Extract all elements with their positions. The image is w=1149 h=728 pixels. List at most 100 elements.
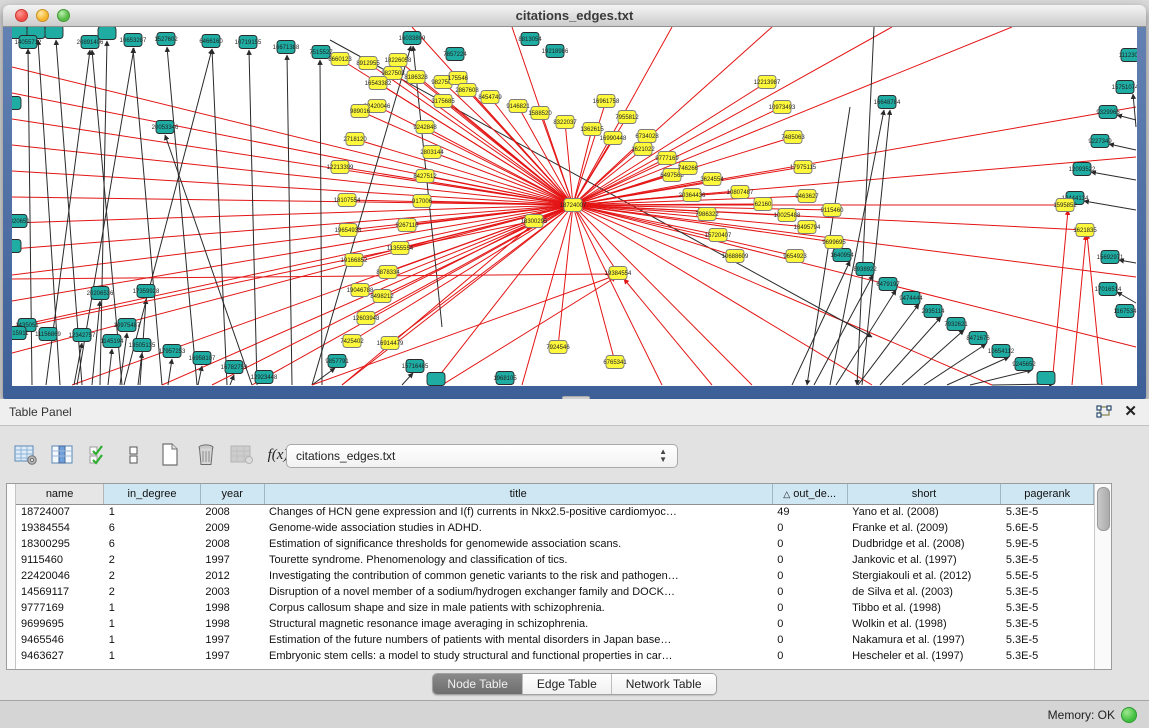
table-scrollbar[interactable]	[1094, 484, 1111, 669]
float-window-icon[interactable]	[1096, 405, 1112, 419]
table-cell[interactable]: 2012	[200, 568, 264, 584]
table-cell[interactable]: 6	[104, 520, 201, 536]
table-settings-icon[interactable]	[14, 443, 38, 467]
table-cell[interactable]: 9465546	[16, 632, 104, 648]
graph-node[interactable]	[427, 373, 445, 386]
table-row[interactable]: 969969511998Structural magnetic resonanc…	[16, 616, 1094, 632]
table-row[interactable]: 1938455462009Genome-wide association stu…	[16, 520, 1094, 536]
tab-network-table[interactable]: Network Table	[612, 674, 716, 694]
table-cell[interactable]: Dudbridge et al. (2008)	[847, 536, 1001, 552]
table-cell[interactable]: 1998	[200, 600, 264, 616]
table-row[interactable]: 1872400712008Changes of HCN gene express…	[16, 504, 1094, 520]
table-cell[interactable]: 2003	[200, 584, 264, 600]
table-cell[interactable]: 0	[772, 520, 847, 536]
table-cell[interactable]: Estimation of the future numbers of pati…	[264, 632, 772, 648]
table-cell[interactable]: 9115460	[16, 552, 104, 568]
table-cell[interactable]: 0	[772, 632, 847, 648]
table-cell[interactable]: Corpus callosum shape and size in male p…	[264, 600, 772, 616]
new-document-icon[interactable]	[158, 443, 182, 467]
table-cell[interactable]: 0	[772, 616, 847, 632]
table-cell[interactable]: 1997	[200, 552, 264, 568]
table-cell[interactable]: Yano et al. (2008)	[847, 504, 1001, 520]
close-panel-icon[interactable]: ✕	[1124, 404, 1137, 419]
table-row[interactable]: 946554611997Estimation of the future num…	[16, 632, 1094, 648]
table-cell[interactable]: 1	[104, 504, 201, 520]
table-cell[interactable]: 1	[104, 648, 201, 664]
table-cell[interactable]: 6	[104, 536, 201, 552]
table-cell[interactable]: 5.3E-5	[1001, 600, 1094, 616]
table-cell[interactable]: 1	[104, 632, 201, 648]
scrollbar-thumb[interactable]	[1097, 487, 1110, 531]
table-cell[interactable]: 2	[104, 584, 201, 600]
table-cell[interactable]: 49	[772, 504, 847, 520]
table-cell[interactable]: 1	[104, 616, 201, 632]
table-cell[interactable]: 5.5E-5	[1001, 568, 1094, 584]
table-cell[interactable]: 5.3E-5	[1001, 552, 1094, 568]
table-cell[interactable]: 0	[772, 584, 847, 600]
table-cell[interactable]: de Silva et al. (2003)	[847, 584, 1001, 600]
graph-node[interactable]	[98, 27, 116, 40]
table-row[interactable]: 2242004622012Investigating the contribut…	[16, 568, 1094, 584]
table-cell[interactable]: 2008	[200, 536, 264, 552]
graph-node[interactable]	[12, 240, 21, 253]
rows-icon[interactable]	[122, 443, 146, 467]
table-cell[interactable]: 2	[104, 552, 201, 568]
table-cell[interactable]: 18724007	[16, 504, 104, 520]
table-cell[interactable]: 1997	[200, 632, 264, 648]
table-cell[interactable]: 22420046	[16, 568, 104, 584]
table-cell[interactable]: 2	[104, 568, 201, 584]
table-cell[interactable]: 9777169	[16, 600, 104, 616]
column-header-pagerank[interactable]: pagerank	[1001, 484, 1094, 504]
table-row[interactable]: 946362711997Embryonic stem cells: a mode…	[16, 648, 1094, 664]
column-header-short[interactable]: short	[847, 484, 1001, 504]
table-cell[interactable]: 0	[772, 536, 847, 552]
delete-icon[interactable]	[194, 443, 218, 467]
window-titlebar[interactable]: citations_edges.txt	[3, 5, 1146, 27]
tab-node-table[interactable]: Node Table	[433, 674, 523, 694]
table-cell[interactable]: Genome-wide association studies in ADHD.	[264, 520, 772, 536]
table-cell[interactable]: Tourette syndrome. Phenomenology and cla…	[264, 552, 772, 568]
table-cell[interactable]: Disruption of a novel member of a sodium…	[264, 584, 772, 600]
table-cell[interactable]: Investigating the contribution of common…	[264, 568, 772, 584]
column-header-out_de[interactable]: △out_de...	[772, 484, 847, 504]
data-table[interactable]: namein_degreeyeartitle△out_de...shortpag…	[16, 484, 1094, 664]
table-row[interactable]: 977716911998Corpus callosum shape and si…	[16, 600, 1094, 616]
table-cell[interactable]: Franke et al. (2009)	[847, 520, 1001, 536]
table-cell[interactable]: Estimation of significance thresholds fo…	[264, 536, 772, 552]
table-cell[interactable]: 5.3E-5	[1001, 584, 1094, 600]
table-cell[interactable]: 9699695	[16, 616, 104, 632]
table-cell[interactable]: 18300295	[16, 536, 104, 552]
table-cell[interactable]: 5.3E-5	[1001, 632, 1094, 648]
table-cell[interactable]: 0	[772, 648, 847, 664]
table-cell[interactable]: 14569117	[16, 584, 104, 600]
column-header-title[interactable]: title	[264, 484, 772, 504]
table-cell[interactable]: 5.3E-5	[1001, 504, 1094, 520]
table-cell[interactable]: 1998	[200, 616, 264, 632]
table-selector-dropdown[interactable]: citations_edges.txt ▲▼	[286, 444, 678, 468]
graph-node[interactable]	[12, 97, 21, 110]
table-cell[interactable]: 5.6E-5	[1001, 520, 1094, 536]
table-cell[interactable]: 0	[772, 568, 847, 584]
table-cell[interactable]: 5.3E-5	[1001, 616, 1094, 632]
table-row[interactable]: 1456911722003Disruption of a novel membe…	[16, 584, 1094, 600]
table-cell[interactable]: 0	[772, 600, 847, 616]
table-cell[interactable]: 5.9E-5	[1001, 536, 1094, 552]
column-header-name[interactable]: name	[16, 484, 104, 504]
table-cell[interactable]: Tibbo et al. (1998)	[847, 600, 1001, 616]
table-cell[interactable]: Wolkin et al. (1998)	[847, 616, 1001, 632]
tab-edge-table[interactable]: Edge Table	[523, 674, 612, 694]
table-cell[interactable]: 1	[104, 600, 201, 616]
table-row[interactable]: 1830029562008Estimation of significance …	[16, 536, 1094, 552]
graph-node[interactable]	[45, 27, 63, 39]
column-header-in_degree[interactable]: in_degree	[104, 484, 201, 504]
table-cell[interactable]: Stergiakouli et al. (2012)	[847, 568, 1001, 584]
table-cell[interactable]: Nakamura et al. (1997)	[847, 632, 1001, 648]
table-cell[interactable]: 0	[772, 552, 847, 568]
table-cell[interactable]: Jankovic et al. (1997)	[847, 552, 1001, 568]
table-cell[interactable]: 2009	[200, 520, 264, 536]
network-canvas[interactable]: 1405571220891406106532871527602646616010…	[12, 27, 1137, 386]
table-cell[interactable]: 9463627	[16, 648, 104, 664]
select-columns-icon[interactable]	[86, 443, 110, 467]
table-cell[interactable]: Hescheler et al. (1997)	[847, 648, 1001, 664]
table-cell[interactable]: 19384554	[16, 520, 104, 536]
